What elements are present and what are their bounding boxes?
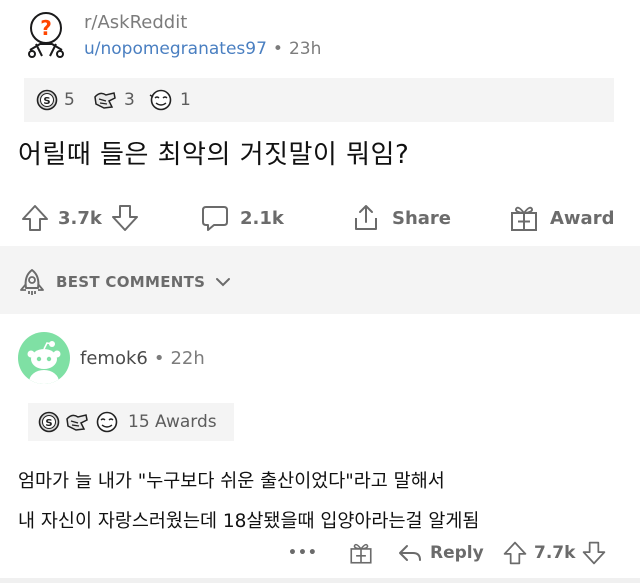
post-header: ? r/AskReddit u/nopomegranates97 • 23h bbox=[0, 0, 640, 72]
silver-award-icon: S bbox=[36, 89, 58, 111]
downvote-arrow-icon[interactable] bbox=[581, 540, 607, 566]
post-share-button[interactable]: Share bbox=[350, 196, 451, 240]
comment-upvote-count: 7.7k bbox=[534, 543, 576, 563]
award-label: Award bbox=[550, 207, 615, 229]
svg-text:?: ? bbox=[40, 16, 52, 40]
post-action-bar: 3.7k 2.1k Share Award bbox=[0, 196, 640, 240]
rocket-icon bbox=[20, 269, 44, 295]
comment-author[interactable]: femok6 bbox=[80, 348, 148, 369]
award-silver-count: 5 bbox=[64, 90, 75, 110]
upvote-arrow-icon[interactable] bbox=[20, 203, 50, 233]
comment-line: 엄마가 늘 내가 "누구보다 쉬운 출산이었다"라고 말해서 bbox=[18, 471, 445, 492]
award-helpful-count: 3 bbox=[124, 90, 135, 110]
comments-sort-label: BEST COMMENTS bbox=[56, 273, 206, 291]
reply-label: Reply bbox=[430, 543, 484, 563]
comment-awards-count: 15 Awards bbox=[128, 412, 217, 432]
comment-body: 엄마가 늘 내가 "누구보다 쉬운 출산이었다"라고 말해서 내 자신이 자랑스… bbox=[18, 462, 628, 542]
separator-dot: • bbox=[272, 39, 283, 59]
bottom-divider bbox=[0, 578, 640, 583]
subreddit-avatar-icon[interactable]: ? bbox=[22, 10, 70, 60]
snoo-avatar-icon bbox=[27, 341, 61, 384]
subreddit-name[interactable]: r/AskReddit bbox=[84, 12, 187, 33]
award-wholesome: 1 bbox=[148, 88, 191, 112]
post-awards-bar[interactable]: S 5 3 1 bbox=[24, 78, 614, 122]
post-comment-count: 2.1k bbox=[240, 207, 284, 229]
comment-action-bar: ••• Reply 7.7k bbox=[0, 535, 640, 571]
comment-award-button[interactable] bbox=[348, 535, 374, 571]
share-label: Share bbox=[392, 207, 452, 229]
comment-vote-group: 7.7k bbox=[502, 535, 607, 571]
post-award-button[interactable]: Award bbox=[508, 196, 614, 240]
wholesome-award-icon bbox=[96, 411, 118, 433]
post-author-line: u/nopomegranates97 • 23h bbox=[84, 39, 321, 59]
gift-award-icon bbox=[350, 543, 372, 564]
post-vote-group: 3.7k bbox=[20, 196, 140, 240]
post-title[interactable]: 어릴때 들은 최악의 거짓말이 뭐임? bbox=[18, 134, 409, 171]
svg-text:S: S bbox=[43, 96, 50, 107]
award-helpful: 3 bbox=[92, 88, 135, 112]
helpful-award-icon bbox=[66, 414, 88, 431]
svg-text:S: S bbox=[45, 418, 52, 429]
comment-bubble-icon bbox=[202, 206, 228, 231]
comments-sort-button[interactable]: BEST COMMENTS bbox=[18, 268, 231, 296]
helpful-award-icon bbox=[94, 92, 116, 109]
reply-arrow-icon bbox=[399, 545, 421, 561]
chevron-down-icon bbox=[216, 278, 231, 287]
post-upvote-count: 3.7k bbox=[58, 207, 102, 229]
post-age: 23h bbox=[288, 39, 322, 59]
post-comments-button[interactable]: 2.1k bbox=[200, 196, 284, 240]
separator-dot: • bbox=[153, 348, 165, 369]
more-options-button[interactable]: ••• bbox=[288, 535, 318, 571]
comment-author-line: femok6 • 22h bbox=[80, 348, 205, 369]
share-icon bbox=[355, 205, 377, 230]
gift-award-icon bbox=[511, 206, 537, 231]
award-wholesome-count: 1 bbox=[180, 90, 191, 110]
reply-button[interactable]: Reply bbox=[398, 535, 484, 571]
upvote-arrow-icon[interactable] bbox=[502, 540, 528, 566]
comment-age: 22h bbox=[170, 348, 205, 369]
commenter-avatar[interactable] bbox=[18, 332, 70, 384]
more-options-icon: ••• bbox=[288, 545, 318, 561]
downvote-arrow-icon[interactable] bbox=[110, 203, 140, 233]
post-author[interactable]: u/nopomegranates97 bbox=[84, 39, 267, 59]
wholesome-award-icon bbox=[149, 89, 172, 111]
silver-award-icon: S bbox=[38, 411, 60, 433]
award-silver: S 5 bbox=[36, 88, 75, 112]
comment-awards-bar[interactable]: S 15 Awards bbox=[28, 403, 234, 441]
